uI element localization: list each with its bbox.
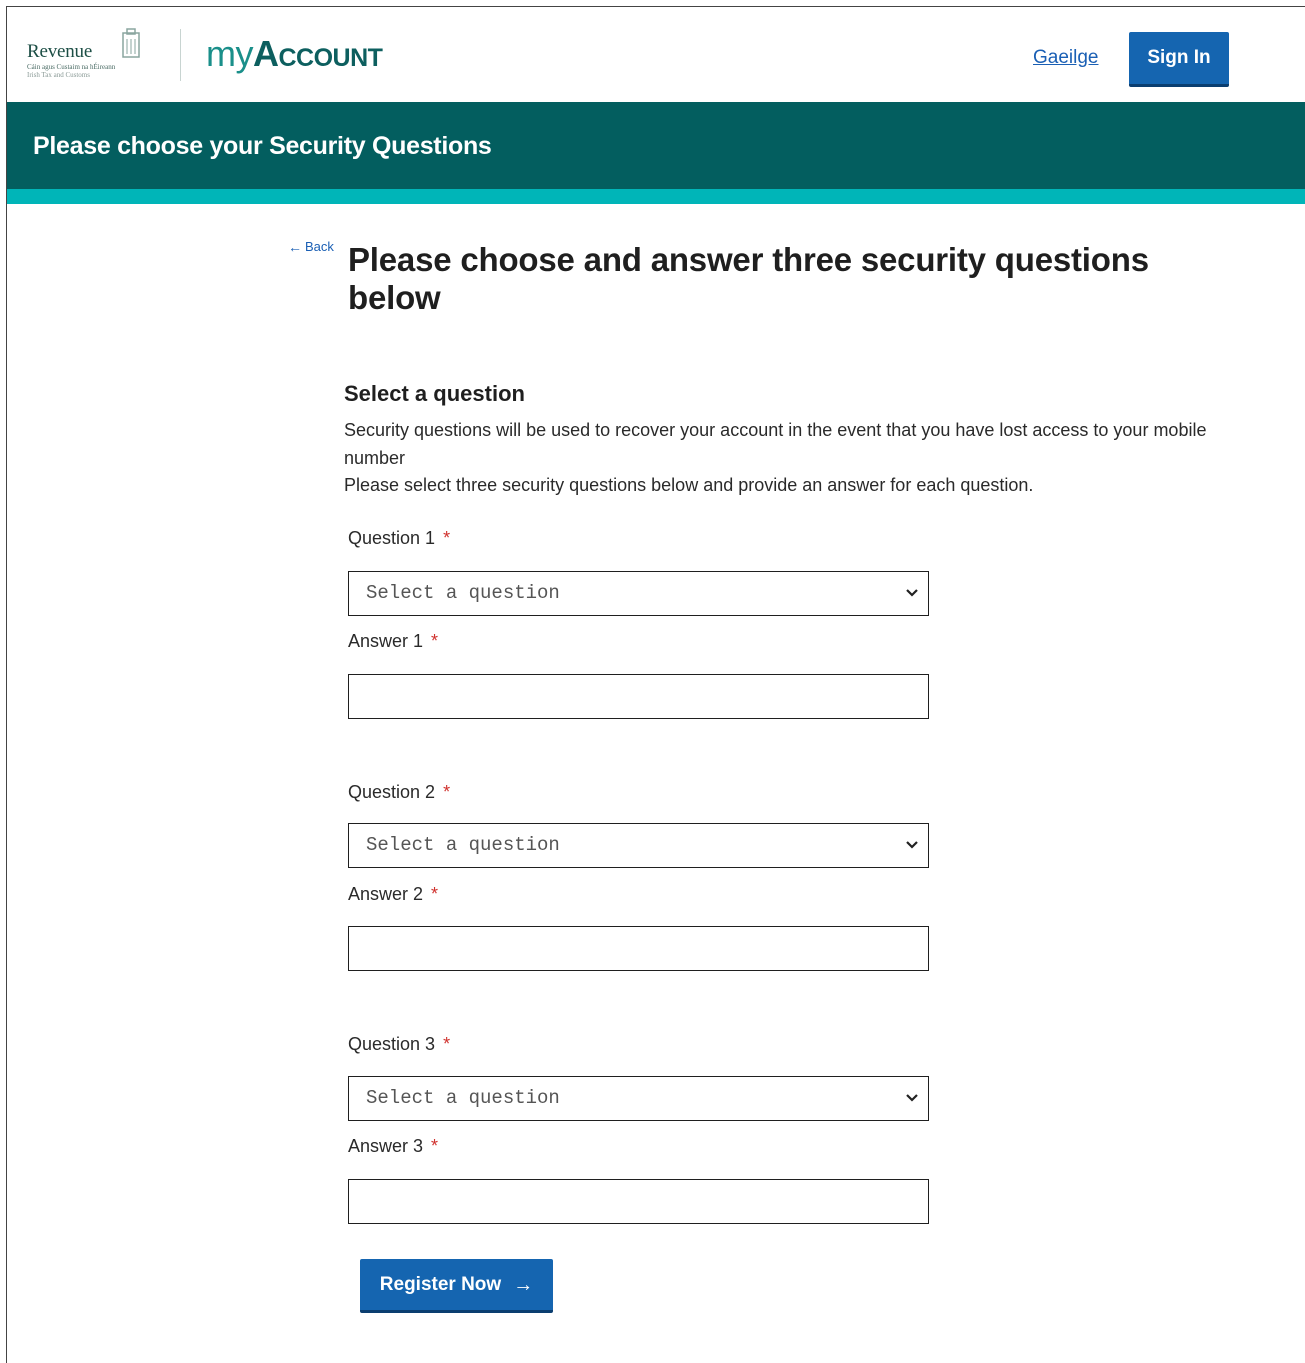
chevron-down-icon: [906, 1094, 918, 1102]
answer-3-input[interactable]: [348, 1179, 929, 1224]
logo-divider: [180, 29, 181, 81]
answer-3-label-text: Answer 3: [348, 1136, 424, 1156]
required-marker: *: [431, 631, 439, 651]
question-3-select-value: Select a question: [366, 1087, 560, 1109]
answer-2-label-text: Answer 2: [348, 884, 424, 904]
question-1-select[interactable]: Select a question: [348, 571, 929, 616]
logo-subtitle-irish: Cáin agus Custaim na hÉireann: [27, 63, 116, 71]
answer-1-label: Answer 1 *: [348, 631, 438, 652]
answer-2-label: Answer 2 *: [348, 884, 438, 905]
arrow-left-icon: ←: [288, 238, 302, 255]
required-marker: *: [443, 782, 451, 802]
back-label: Back: [305, 239, 334, 254]
language-link[interactable]: Gaeilge: [1033, 47, 1099, 69]
required-marker: *: [431, 884, 439, 904]
intro-line-2: Please select three security questions b…: [344, 475, 1034, 495]
banner-title: Please choose your Security Questions: [33, 132, 492, 160]
page-frame: Revenue Cáin agus Custaim na hÉireann Ir…: [6, 6, 1305, 1363]
revenue-logo[interactable]: Revenue Cáin agus Custaim na hÉireann Ir…: [27, 27, 152, 85]
page-title: Please choose and answer three security …: [348, 241, 1149, 316]
question-1-select-value: Select a question: [366, 582, 560, 604]
arrow-right-icon: →: [513, 1273, 534, 1296]
question-3-label: Question 3 *: [348, 1034, 450, 1055]
logo-wordmark: Revenue: [27, 41, 93, 62]
harp-icon: [122, 28, 140, 58]
required-marker: *: [443, 1034, 451, 1054]
accent-stripe: [7, 189, 1305, 204]
answer-1-input[interactable]: [348, 674, 929, 719]
back-link[interactable]: ← Back: [288, 239, 334, 254]
section-title: Select a question: [344, 381, 525, 406]
page-banner: Please choose your Security Questions: [7, 102, 1305, 189]
question-3-select[interactable]: Select a question: [348, 1076, 929, 1121]
answer-2-input[interactable]: [348, 926, 929, 971]
chevron-down-icon: [906, 841, 918, 849]
question-2-select-value: Select a question: [366, 834, 560, 856]
intro-line-1: Security questions will be used to recov…: [344, 420, 1207, 468]
register-now-label: Register Now: [379, 1273, 502, 1295]
answer-3-label: Answer 3 *: [348, 1136, 438, 1157]
question-1-label-text: Question 1: [348, 528, 436, 548]
answer-1-label-text: Answer 1: [348, 631, 424, 651]
chevron-down-icon: [906, 589, 918, 597]
question-3-label-text: Question 3: [348, 1034, 436, 1054]
question-2-select[interactable]: Select a question: [348, 823, 929, 868]
question-2-label: Question 2 *: [348, 782, 450, 803]
app-name-prefix: my: [206, 33, 254, 74]
required-marker: *: [431, 1136, 439, 1156]
required-marker: *: [443, 528, 451, 548]
app-name-suffix: Account: [253, 33, 383, 74]
question-1-label: Question 1 *: [348, 528, 450, 549]
sign-in-button[interactable]: Sign In: [1129, 32, 1229, 87]
site-header: Revenue Cáin agus Custaim na hÉireann Ir…: [7, 7, 1305, 101]
intro-text: Security questions will be used to recov…: [344, 417, 1244, 500]
logo-subtitle-english: Irish Tax and Customs: [27, 71, 90, 79]
register-now-button[interactable]: Register Now →: [360, 1259, 553, 1313]
myaccount-logo[interactable]: myAccount: [206, 33, 383, 75]
question-2-label-text: Question 2: [348, 782, 436, 802]
